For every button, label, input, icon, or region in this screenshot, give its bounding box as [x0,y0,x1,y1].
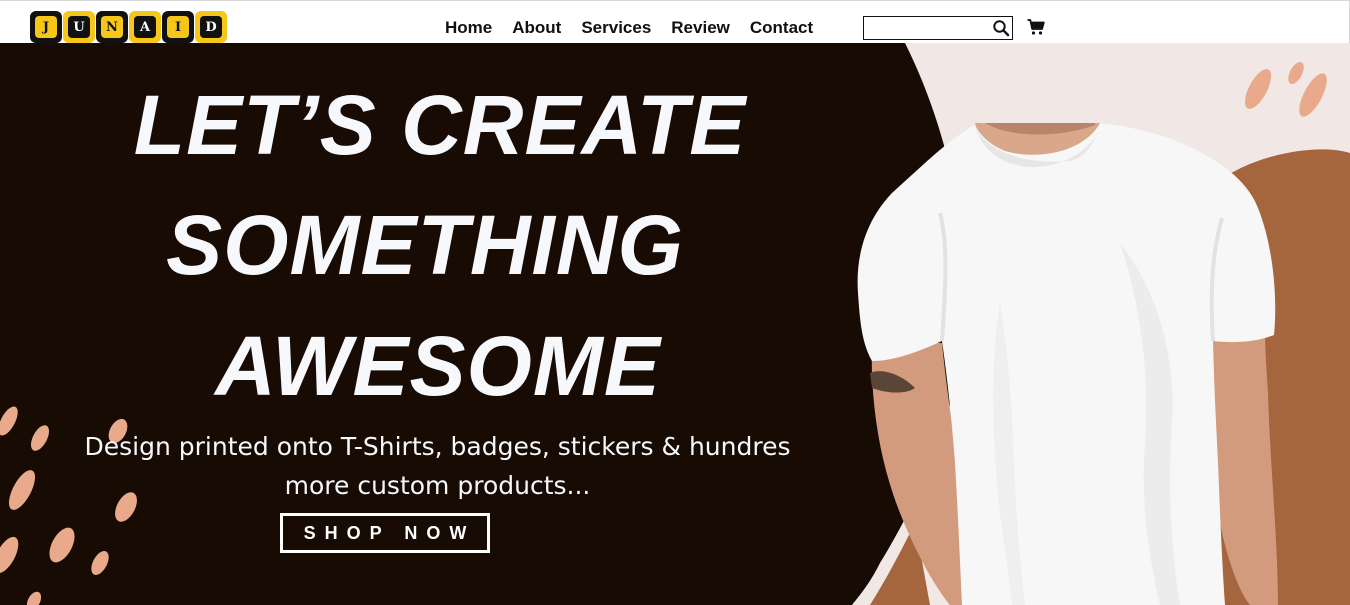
nav-links: Home About Services Review Contact [445,18,813,38]
logo-tile: I [162,11,194,43]
nav-link-review[interactable]: Review [671,18,730,38]
hero-section: LET’S CREATE SOMETHING AWESOME Design pr… [0,43,1350,605]
hero-subtitle-line1: Design printed onto T-Shirts, badges, st… [84,432,791,461]
hero-headline-line3: AWESOME [215,319,661,413]
nav-link-home[interactable]: Home [445,18,492,38]
cart-icon[interactable] [1027,18,1045,36]
logo-tile: D [195,11,227,43]
hero-headline-line2: SOMETHING [166,198,684,292]
logo-tile: J [30,11,62,43]
logo-letter: J [35,16,57,38]
logo-letter: N [101,16,123,38]
hero-headline-line1: LET’S CREATE [133,78,747,172]
logo-tile: N [96,11,128,43]
logo-tile: U [63,11,95,43]
logo-letter: I [167,16,189,38]
nav-link-services[interactable]: Services [581,18,651,38]
search-icon[interactable] [992,19,1010,37]
hero-subtitle-line2: more custom products... [284,471,591,500]
logo-letter: D [200,16,222,38]
logo[interactable]: J U N A I D [30,11,227,43]
logo-letter: U [68,16,90,38]
hero-subtitle: Design printed onto T-Shirts, badges, st… [30,427,845,505]
logo-tile: A [129,11,161,43]
search-input[interactable] [864,17,988,39]
nav-link-about[interactable]: About [512,18,561,38]
nav-link-contact[interactable]: Contact [750,18,813,38]
logo-letter: A [134,16,156,38]
shop-now-button[interactable]: SHOP NOW [280,513,490,553]
navbar: J U N A I D Home About Services Review C… [0,0,1350,43]
search-box [863,16,1013,40]
